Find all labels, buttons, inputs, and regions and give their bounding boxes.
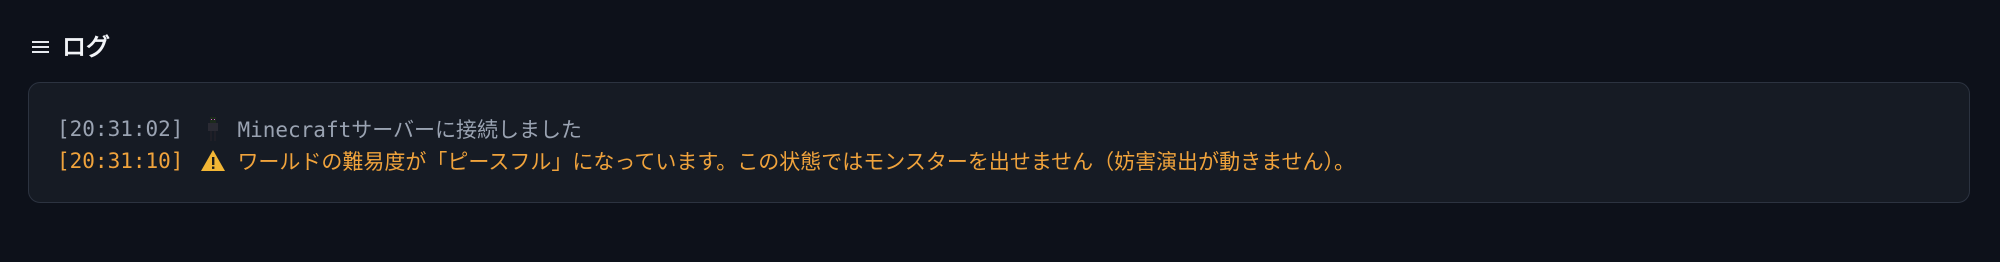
- log-entry-warning: [20:31:10] ワールドの難易度が「ピースフル」になっています。この状態で…: [57, 145, 1949, 177]
- log-timestamp: [20:31:02]: [57, 117, 184, 141]
- log-message: ワールドの難易度が「ピースフル」になっています。この状態ではモンスターを出せませ…: [237, 150, 1356, 174]
- minecraft-figure-icon: [199, 115, 227, 143]
- warning-icon: [199, 147, 227, 175]
- log-message: Minecraftサーバーに接続しました: [237, 118, 583, 142]
- log-header: ログ: [30, 29, 110, 65]
- log-timestamp: [20:31:10]: [57, 149, 184, 173]
- log-title: ログ: [62, 33, 110, 61]
- menu-icon: [30, 29, 50, 65]
- log-entry-info: [20:31:02] Minecraftサーバーに接続しました: [57, 113, 1949, 145]
- log-lines: [20:31:02] Minecraftサーバーに接続しました [20:31:1…: [57, 113, 1949, 177]
- log-panel[interactable]: [20:31:02] Minecraftサーバーに接続しました [20:31:1…: [28, 82, 1970, 203]
